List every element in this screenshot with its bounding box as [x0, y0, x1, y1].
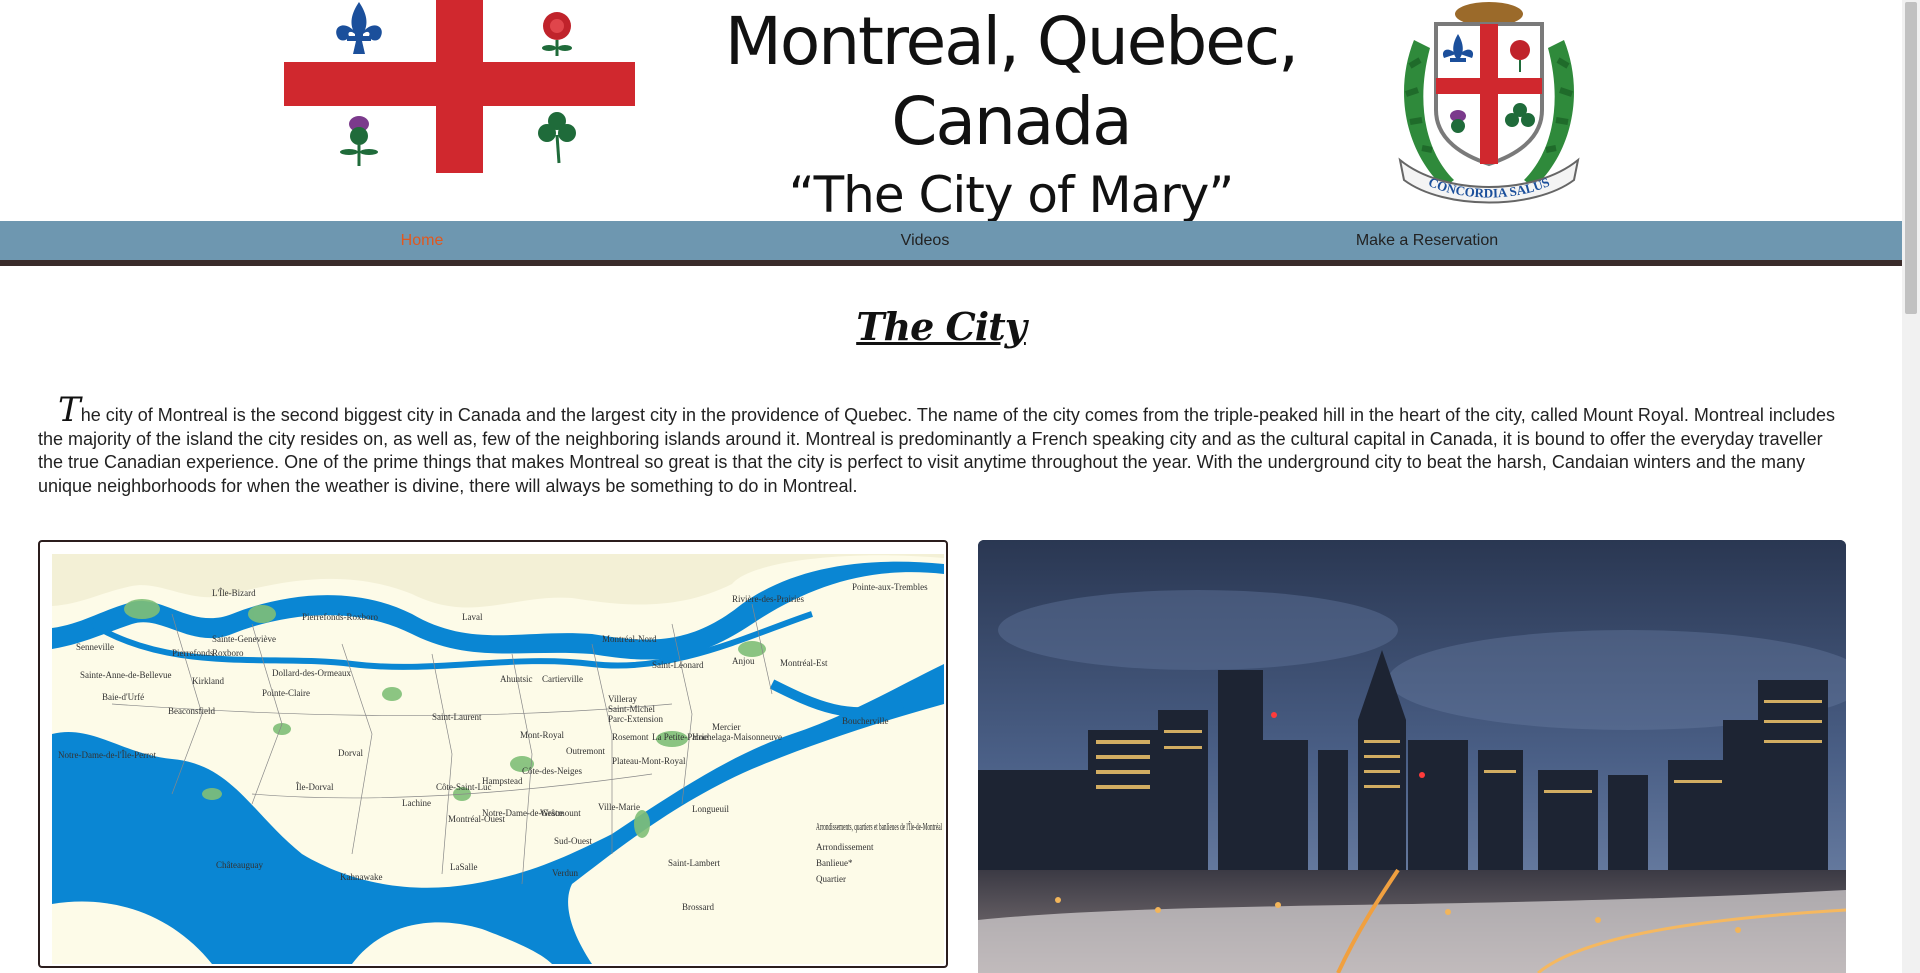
- map-legend-item: Banlieue*: [816, 858, 853, 868]
- map-label: Île-Dorval: [296, 782, 334, 792]
- map-label: Baie-d'Urfé: [102, 692, 144, 702]
- skyline-image: [978, 540, 1846, 973]
- map-label: Montréal-Est: [780, 658, 828, 668]
- map-label: Beaconsfield: [168, 706, 215, 716]
- map-label: Saint-Laurent: [432, 712, 482, 722]
- map-label: Sainte-Anne-de-Bellevue: [80, 670, 171, 680]
- map-label: Verdun: [552, 868, 578, 878]
- map-label: Sud-Ouest: [554, 836, 592, 846]
- montreal-map-image: L'Île-Bizard Pierrefonds-Roxboro Laval R…: [52, 554, 944, 964]
- map-label: Montréal-Nord: [602, 634, 657, 644]
- intro-text: he city of Montreal is the second bigges…: [38, 405, 1835, 496]
- map-legend-title: Arrondissements, quartiers et banlieues …: [816, 821, 942, 833]
- nav-videos-link[interactable]: Videos: [901, 221, 950, 260]
- montreal-map-frame: L'Île-Bizard Pierrefonds-Roxboro Laval R…: [38, 540, 948, 968]
- header-titles: Montreal, Quebec, Canada “The City of Ma…: [640, 0, 1382, 228]
- intro-dropcap: T: [58, 390, 81, 430]
- page-scrollbar[interactable]: [1902, 0, 1920, 973]
- map-label: Ville-Marie: [598, 802, 640, 812]
- map-label: Mercier: [712, 722, 740, 732]
- map-label: L'Île-Bizard: [212, 588, 256, 598]
- map-label: Westmount: [540, 808, 581, 818]
- map-label: Kahnawake: [340, 872, 382, 882]
- map-label: Châteauguay: [216, 860, 263, 870]
- map-label: Brossard: [682, 902, 714, 912]
- site-title: Montreal, Quebec, Canada: [724, 3, 1299, 160]
- scrollbar-thumb[interactable]: [1905, 2, 1917, 314]
- map-label: Côte-Saint-Luc: [436, 782, 492, 792]
- map-label: Rivière-des-Prairies: [732, 594, 804, 604]
- map-label: Côte-des-Neiges: [522, 766, 582, 776]
- nav-reservation-link[interactable]: Make a Reservation: [1356, 221, 1498, 260]
- map-label: Mont-Royal: [520, 730, 564, 740]
- map-label: Pierrefonds-Roxboro: [302, 612, 378, 622]
- site-header: Montreal, Quebec, Canada “The City of Ma…: [0, 0, 1902, 224]
- map-label: Roxboro: [212, 648, 244, 658]
- map-label: Dorval: [338, 748, 363, 758]
- map-label: Saint-Lambert: [668, 858, 720, 868]
- map-label: Outremont: [566, 746, 605, 756]
- coat-of-arms-icon: CONCORDIA SALUS: [1398, 2, 1580, 204]
- map-label: Ahuntsic: [500, 674, 533, 684]
- map-label: Longueuil: [692, 804, 729, 814]
- map-legend-item: Quartier: [816, 874, 846, 884]
- map-label: Parc-Extension: [608, 714, 663, 724]
- map-label: Plateau-Mont-Royal: [612, 756, 686, 766]
- map-label: Villeray: [608, 694, 637, 704]
- map-label: Kirkland: [192, 676, 224, 686]
- map-label: Rosemont: [612, 732, 649, 742]
- map-label: Hochelaga-Maisonneuve: [692, 732, 782, 742]
- map-label: Senneville: [76, 642, 114, 652]
- map-label: Dollard-des-Ormeaux: [272, 668, 351, 678]
- nav-home-link[interactable]: Home: [401, 221, 444, 260]
- section-title: The City: [856, 304, 1027, 349]
- map-legend-item: Arrondissement: [816, 842, 874, 852]
- map-label: LaSalle: [450, 862, 478, 872]
- map-label: Lachine: [402, 798, 431, 808]
- map-legend: Arrondissements, quartiers et banlieues …: [812, 816, 944, 888]
- site-subtitle: “The City of Mary”: [788, 166, 1235, 224]
- map-label: Pointe-Claire: [262, 688, 310, 698]
- map-label: Saint-Léonard: [652, 660, 704, 670]
- map-label: Sainte-Geneviève: [212, 634, 276, 644]
- map-label: Laval: [462, 612, 483, 622]
- map-label: Anjou: [732, 656, 755, 666]
- montreal-flag-icon: [284, 0, 635, 173]
- map-label: Saint-Michel: [608, 704, 655, 714]
- map-label: Cartierville: [542, 674, 583, 684]
- main-nav: Home Videos Make a Reservation: [0, 221, 1902, 266]
- montreal-skyline-photo: [978, 540, 1846, 973]
- map-label: Pointe-aux-Trembles: [852, 582, 928, 592]
- map-label: Pierrefonds: [172, 648, 214, 658]
- intro-paragraph: The city of Montreal is the second bigge…: [38, 393, 1848, 498]
- map-label: Notre-Dame-de-l'Île-Perrot: [58, 750, 157, 760]
- map-label: Boucherville: [842, 716, 889, 726]
